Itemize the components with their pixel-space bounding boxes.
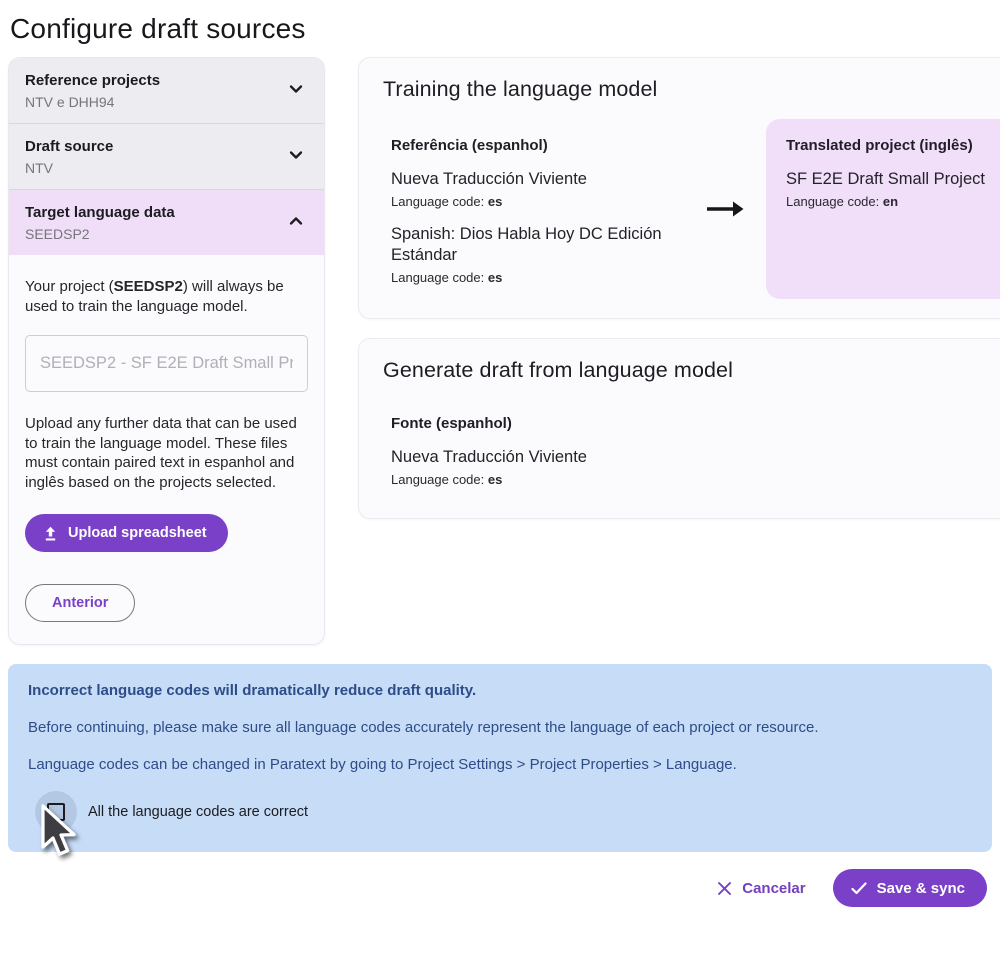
project-note: Your project (SEEDSP2) will always be us… — [25, 277, 308, 316]
checkbox-box — [47, 803, 65, 821]
all-codes-correct-label: All the language codes are correct — [88, 804, 308, 820]
language-code: Language code: es — [391, 194, 686, 209]
project-name: Nueva Traducción Viviente — [391, 169, 686, 190]
warning-line: Language codes can be changed in Paratex… — [28, 755, 968, 775]
training-row: Referência (espanhol) Nueva Traducción V… — [383, 119, 1000, 299]
draft-config-cards: Training the language model Referência (… — [358, 57, 1000, 519]
language-code: Language code: es — [391, 270, 686, 285]
translated-heading: Translated project (inglês) — [786, 137, 1000, 154]
anterior-button[interactable]: Anterior — [25, 584, 135, 622]
generate-body: Fonte (espanhol) Nueva Traducción Vivien… — [383, 383, 1000, 499]
generate-card: Generate draft from language model Fonte… — [358, 338, 1000, 519]
step-titles: Reference projects NTV e DHH94 — [25, 72, 160, 110]
language-code: Language code: en — [786, 194, 1000, 209]
upload-button-label: Upload spreadsheet — [68, 525, 207, 541]
project-name-field[interactable]: SEEDSP2 - SF E2E Draft Small Project — [25, 335, 308, 392]
chevron-down-icon — [288, 81, 304, 102]
step-titles: Target language data SEEDSP2 — [25, 204, 175, 242]
reference-item: Spanish: Dios Habla Hoy DC Edición Están… — [391, 224, 686, 285]
configure-draft-sources-page: Configure draft sources Reference projec… — [0, 0, 1000, 907]
generate-card-title: Generate draft from language model — [383, 358, 1000, 383]
save-button-label: Save & sync — [877, 880, 965, 897]
step-subtitle: SEEDSP2 — [25, 226, 175, 242]
project-name: SF E2E Draft Small Project — [786, 169, 1000, 190]
step-subtitle: NTV e DHH94 — [25, 94, 160, 110]
stepper-step-target-language-data[interactable]: Target language data SEEDSP2 — [9, 189, 324, 255]
warning-title: Incorrect language codes will dramatical… — [28, 681, 968, 701]
footer-actions: Cancelar Save & sync — [8, 869, 992, 907]
training-card-title: Training the language model — [383, 77, 1000, 102]
all-codes-correct-checkbox[interactable] — [36, 792, 76, 832]
anterior-button-label: Anterior — [52, 595, 108, 611]
draft-setup-stepper: Reference projects NTV e DHH94 Draft sou… — [8, 57, 325, 645]
project-name: Spanish: Dios Habla Hoy DC Edición Están… — [391, 224, 686, 266]
check-icon — [851, 882, 867, 895]
project-name-field-value: SEEDSP2 - SF E2E Draft Small Project — [40, 354, 293, 373]
arrow-right-icon — [686, 119, 764, 299]
language-code: Language code: es — [391, 472, 1000, 487]
stepper-step-draft-source[interactable]: Draft source NTV — [9, 123, 324, 189]
reference-column: Referência (espanhol) Nueva Traducción V… — [391, 119, 686, 299]
cancel-button-label: Cancelar — [742, 880, 805, 897]
project-name: Nueva Traducción Viviente — [391, 447, 1000, 468]
reference-heading: Referência (espanhol) — [391, 137, 686, 154]
translated-project-panel: Translated project (inglês) SF E2E Draft… — [766, 119, 1000, 299]
chevron-down-icon — [288, 147, 304, 168]
close-icon — [717, 881, 732, 896]
chevron-up-icon — [288, 213, 304, 234]
cancel-button[interactable]: Cancelar — [717, 880, 805, 897]
stepper-step-reference-projects[interactable]: Reference projects NTV e DHH94 — [9, 58, 324, 123]
confirm-codes-row: All the language codes are correct — [28, 792, 968, 832]
upload-note: Upload any further data that can be used… — [25, 414, 308, 492]
training-card: Training the language model Referência (… — [358, 57, 1000, 319]
step-title: Reference projects — [25, 72, 160, 89]
step-subtitle: NTV — [25, 160, 113, 176]
reference-item: Nueva Traducción Viviente Language code:… — [391, 169, 686, 209]
step-title: Target language data — [25, 204, 175, 221]
source-heading: Fonte (espanhol) — [391, 415, 1000, 432]
upload-icon — [42, 525, 59, 542]
target-language-data-panel: Your project (SEEDSP2) will always be us… — [9, 255, 324, 644]
save-sync-button[interactable]: Save & sync — [833, 869, 987, 907]
language-codes-warning: Incorrect language codes will dramatical… — [8, 664, 992, 852]
warning-line: Before continuing, please make sure all … — [28, 718, 968, 738]
upload-spreadsheet-button[interactable]: Upload spreadsheet — [25, 514, 228, 552]
step-title: Draft source — [25, 138, 113, 155]
main-content: Reference projects NTV e DHH94 Draft sou… — [8, 57, 992, 645]
step-titles: Draft source NTV — [25, 138, 113, 176]
page-title: Configure draft sources — [8, 0, 992, 57]
